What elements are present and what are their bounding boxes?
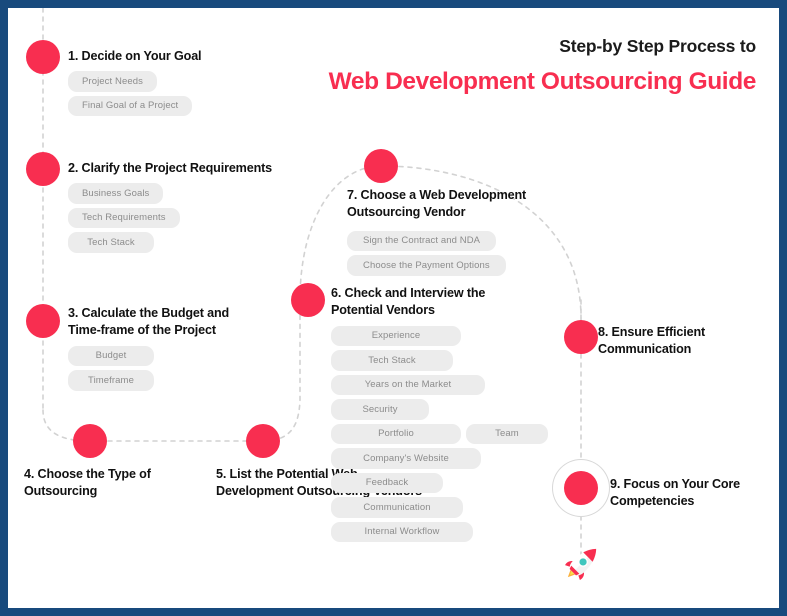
step-title-9: 9. Focus on Your Core Competencies (610, 477, 741, 509)
step-block-8[interactable]: 8. Ensure Efficient Communication (598, 324, 705, 359)
tag-item[interactable]: Feedback (331, 472, 443, 494)
tag-item[interactable]: Experience (331, 325, 461, 347)
infographic-canvas: Step-by Step Process to Web Development … (0, 0, 787, 616)
tag-item[interactable]: Internal Workflow (331, 521, 473, 543)
tag-item[interactable]: Tech Stack (331, 350, 453, 371)
tag-item[interactable]: Final Goal of a Project (68, 95, 193, 117)
step-title-8: 8. Ensure Efficient Communication (598, 325, 706, 357)
step-block-3[interactable]: 3. Calculate the Budget and Time-frame o… (68, 305, 229, 391)
step-block-7[interactable]: 7. Choose a Web Development Outsourcing … (347, 187, 526, 276)
tag-item[interactable]: Sign the Contract and NDA (347, 230, 497, 252)
tag-item[interactable]: Team (466, 423, 548, 445)
step-block-1[interactable]: 1. Decide on Your Goal Project Needs Fin… (68, 48, 202, 117)
tag-item[interactable]: Project Needs (68, 71, 157, 92)
step-title-7: 7. Choose a Web Development Outsourcing … (347, 188, 527, 220)
step-title-6: 6. Check and Interview the Potential Ven… (331, 286, 486, 318)
step-tags-1: Project Needs Final Goal of a Project (68, 71, 201, 117)
tag-item[interactable]: Business Goals (68, 183, 164, 204)
tag-item[interactable]: Tech Requirements (68, 207, 180, 229)
rocket-icon (558, 539, 606, 587)
step-title-1: 1. Decide on Your Goal (68, 49, 202, 63)
content-layer: Step-by Step Process to Web Development … (8, 8, 779, 608)
tag-item[interactable]: Portfolio (331, 423, 461, 445)
page-title: Web Development Outsourcing Guide (328, 67, 757, 95)
step-tags-6: Experience Tech Stack Years on the Marke… (331, 325, 557, 543)
tag-item[interactable]: Timeframe (68, 370, 154, 391)
step-tags-7: Sign the Contract and NDA Choose the Pay… (347, 230, 526, 276)
tag-item[interactable]: Security (331, 399, 429, 420)
rocket-icon-svg (565, 548, 597, 580)
tag-item[interactable]: Choose the Payment Options (347, 255, 506, 276)
tag-item[interactable]: Tech Stack (68, 232, 154, 253)
step-title-2: 2. Clarify the Project Requirements (68, 161, 273, 175)
step-block-4[interactable]: 4. Choose the Type of Outsourcing (24, 466, 151, 501)
tag-item[interactable]: Budget (68, 345, 154, 367)
step-block-6[interactable]: 6. Check and Interview the Potential Ven… (331, 285, 557, 543)
step-title-4: 4. Choose the Type of Outsourcing (24, 467, 151, 499)
step-block-2[interactable]: 2. Clarify the Project Requirements Busi… (68, 160, 272, 253)
step-block-9[interactable]: 9. Focus on Your Core Competencies (610, 476, 740, 511)
tag-item[interactable]: Years on the Market (331, 374, 485, 396)
header-kicker: Step-by Step Process to (559, 36, 756, 56)
tag-item[interactable]: Communication (331, 497, 463, 518)
step-title-3: 3. Calculate the Budget and Time-frame o… (68, 306, 230, 338)
step-tags-2: Business Goals Tech Requirements Tech St… (68, 183, 272, 253)
header: Step-by Step Process to Web Development … (316, 36, 757, 98)
step-tags-3: Budget Timeframe (68, 345, 229, 391)
tag-item[interactable]: Company's Website (331, 448, 481, 469)
